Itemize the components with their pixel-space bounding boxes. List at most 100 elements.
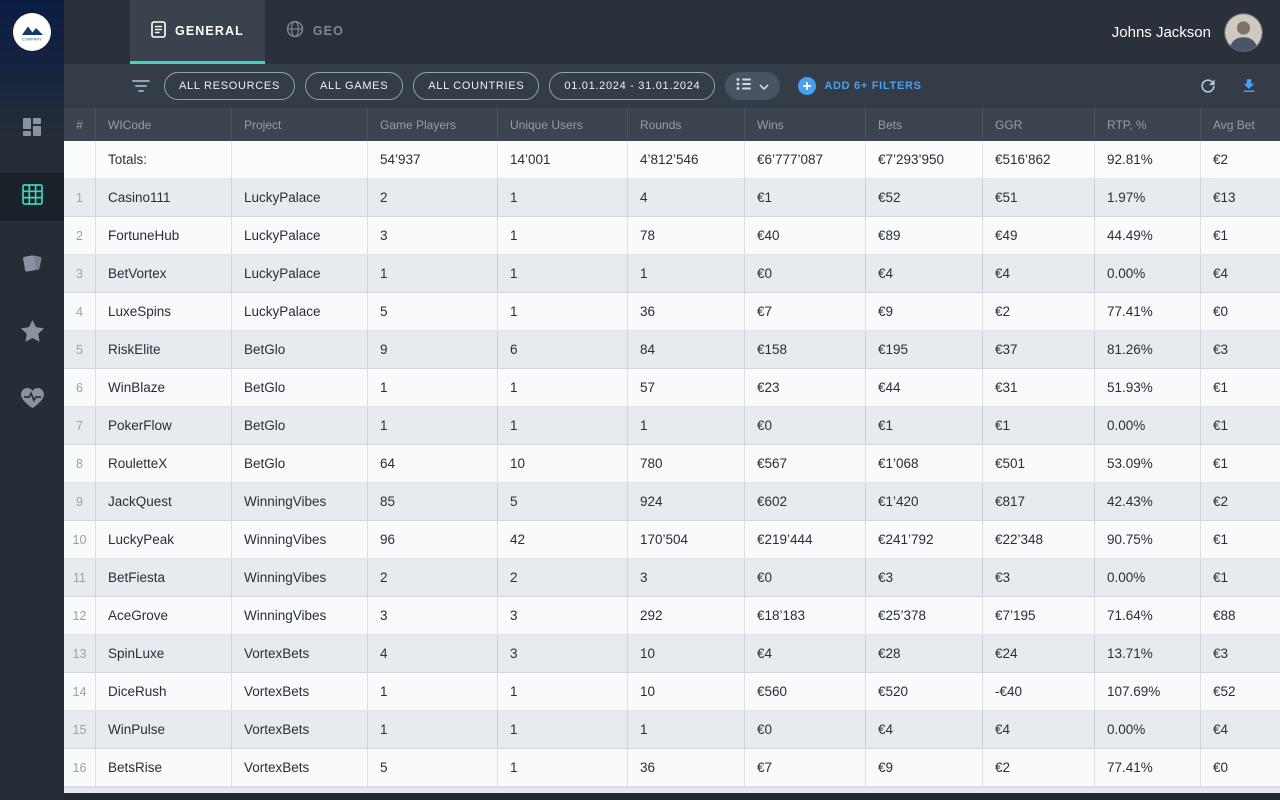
- add-filters-button[interactable]: ADD 6+ FILTERS: [798, 77, 921, 95]
- table-cell: 4’812’546: [628, 141, 745, 179]
- table-cell: LuxeSpins: [96, 293, 232, 331]
- sidebar-nav: [0, 105, 64, 445]
- column-header[interactable]: Wins: [745, 108, 866, 141]
- company-logo[interactable]: COMPANY: [13, 13, 51, 51]
- table-cell: BetsRise: [96, 749, 232, 787]
- table-cell: €9: [866, 293, 983, 331]
- row-index: 10: [64, 521, 96, 559]
- table-cell: €1: [866, 407, 983, 445]
- sidebar-item-favorites[interactable]: [0, 309, 64, 357]
- table-cell: 96: [368, 521, 498, 559]
- table-cell: 3: [628, 559, 745, 597]
- table-cell: €89: [866, 217, 983, 255]
- table-row[interactable]: 11BetFiestaWinningVibes223€0€3€30.00%€1: [64, 559, 1280, 597]
- filter-all-resources[interactable]: ALL RESOURCES: [164, 72, 295, 100]
- table-row[interactable]: 3BetVortexLuckyPalace111€0€4€40.00%€4: [64, 255, 1280, 293]
- table-row[interactable]: 7PokerFlowBetGlo111€0€1€10.00%€1: [64, 407, 1280, 445]
- table-cell: €602: [745, 483, 866, 521]
- sidebar-item-health[interactable]: [0, 377, 64, 425]
- sidebar-item-tables[interactable]: [0, 173, 64, 221]
- table-cell: 0.00%: [1095, 711, 1201, 749]
- main-area: GENERAL GEO Johns Jackson: [64, 0, 1280, 800]
- column-header[interactable]: Bets: [866, 108, 983, 141]
- row-index: 11: [64, 559, 96, 597]
- filter-funnel-icon[interactable]: [132, 79, 150, 93]
- table-cell: €9: [866, 749, 983, 787]
- table-cell: BetGlo: [232, 407, 368, 445]
- column-header[interactable]: Game Players: [368, 108, 498, 141]
- table-cell: [232, 141, 368, 179]
- table-row[interactable]: 16BetsRiseVortexBets5136€7€9€277.41%€0: [64, 749, 1280, 787]
- sidebar-item-dashboard[interactable]: [0, 105, 64, 153]
- table-cell: €0: [745, 407, 866, 445]
- column-settings-dropdown[interactable]: [725, 72, 780, 100]
- table-row[interactable]: 4LuxeSpinsLuckyPalace5136€7€9€277.41%€0: [64, 293, 1280, 331]
- table-cell: 0.00%: [1095, 255, 1201, 293]
- table-cell: €52: [1201, 673, 1280, 711]
- table-cell: €52: [866, 179, 983, 217]
- column-header[interactable]: Rounds: [628, 108, 745, 141]
- tab-geo[interactable]: GEO: [265, 0, 365, 64]
- sidebar-item-cards[interactable]: [0, 241, 64, 289]
- table-row[interactable]: 5RiskEliteBetGlo9684€158€195€3781.26%€3: [64, 331, 1280, 369]
- table-row[interactable]: 15WinPulseVortexBets111€0€4€40.00%€4: [64, 711, 1280, 749]
- table-cell: €37: [983, 331, 1095, 369]
- table-row[interactable]: 2FortuneHubLuckyPalace3178€40€89€4944.49…: [64, 217, 1280, 255]
- table-cell: 5: [368, 749, 498, 787]
- table-cell: Totals:: [96, 141, 232, 179]
- column-header[interactable]: RTP, %: [1095, 108, 1201, 141]
- table-cell: 1: [368, 255, 498, 293]
- table-cell: 90.75%: [1095, 521, 1201, 559]
- table-cell: €158: [745, 331, 866, 369]
- row-index: 12: [64, 597, 96, 635]
- column-header[interactable]: Unique Users: [498, 108, 628, 141]
- list-icon: [736, 77, 752, 96]
- table-cell: 36: [628, 749, 745, 787]
- table-cell: WinningVibes: [232, 559, 368, 597]
- table-cell: 1: [368, 711, 498, 749]
- table-row[interactable]: 10LuckyPeakWinningVibes9642170’504€219’4…: [64, 521, 1280, 559]
- tab-general-label: GENERAL: [175, 24, 244, 38]
- column-header[interactable]: Project: [232, 108, 368, 141]
- table-cell: €6’777’087: [745, 141, 866, 179]
- table-cell: €7’195: [983, 597, 1095, 635]
- table-cell: €7: [745, 293, 866, 331]
- table-cell: €31: [983, 369, 1095, 407]
- table-cell: €28: [866, 635, 983, 673]
- table-cell: WinningVibes: [232, 597, 368, 635]
- table-row[interactable]: 14DiceRushVortexBets1110€560€520-€40107.…: [64, 673, 1280, 711]
- tab-general[interactable]: GENERAL: [130, 0, 265, 64]
- table-cell: 292: [628, 597, 745, 635]
- table-cell: 4: [628, 179, 745, 217]
- column-header[interactable]: Avg Bet: [1201, 108, 1280, 141]
- table-cell: WinningVibes: [232, 521, 368, 559]
- filter-date-range[interactable]: 01.01.2024 - 31.01.2024: [549, 72, 715, 100]
- user-avatar[interactable]: [1225, 14, 1262, 51]
- table-row[interactable]: 6WinBlazeBetGlo1157€23€44€3151.93%€1: [64, 369, 1280, 407]
- table-cell: €4: [983, 255, 1095, 293]
- filter-all-games[interactable]: ALL GAMES: [305, 72, 403, 100]
- column-header[interactable]: #: [64, 108, 96, 141]
- table-cell: 77.41%: [1095, 293, 1201, 331]
- refresh-button[interactable]: [1198, 76, 1218, 96]
- table-cell: VortexBets: [232, 635, 368, 673]
- cards-icon: [21, 252, 43, 279]
- table-cell: €4: [983, 711, 1095, 749]
- table-row[interactable]: 13SpinLuxeVortexBets4310€4€28€2413.71%€3: [64, 635, 1280, 673]
- table-cell: 1: [498, 407, 628, 445]
- table-row[interactable]: 9JackQuestWinningVibes855924€602€1’420€8…: [64, 483, 1280, 521]
- column-header[interactable]: GGR: [983, 108, 1095, 141]
- column-header[interactable]: WICode: [96, 108, 232, 141]
- table-cell: €13: [1201, 179, 1280, 217]
- table-cell: VortexBets: [232, 749, 368, 787]
- table-cell: 10: [628, 635, 745, 673]
- filter-all-countries[interactable]: ALL COUNTRIES: [413, 72, 539, 100]
- user-menu[interactable]: Johns Jackson: [1112, 0, 1280, 64]
- table-cell: BetFiesta: [96, 559, 232, 597]
- table-row[interactable]: 1Casino111LuckyPalace214€1€52€511.97%€13: [64, 179, 1280, 217]
- table-row[interactable]: 12AceGroveWinningVibes33292€18’183€25’37…: [64, 597, 1280, 635]
- download-button[interactable]: [1240, 77, 1258, 95]
- table-body: Totals:54’93714’0014’812’546€6’777’087€7…: [64, 141, 1280, 787]
- table-row[interactable]: 8RouletteXBetGlo6410780€567€1’068€50153.…: [64, 445, 1280, 483]
- totals-row[interactable]: Totals:54’93714’0014’812’546€6’777’087€7…: [64, 141, 1280, 179]
